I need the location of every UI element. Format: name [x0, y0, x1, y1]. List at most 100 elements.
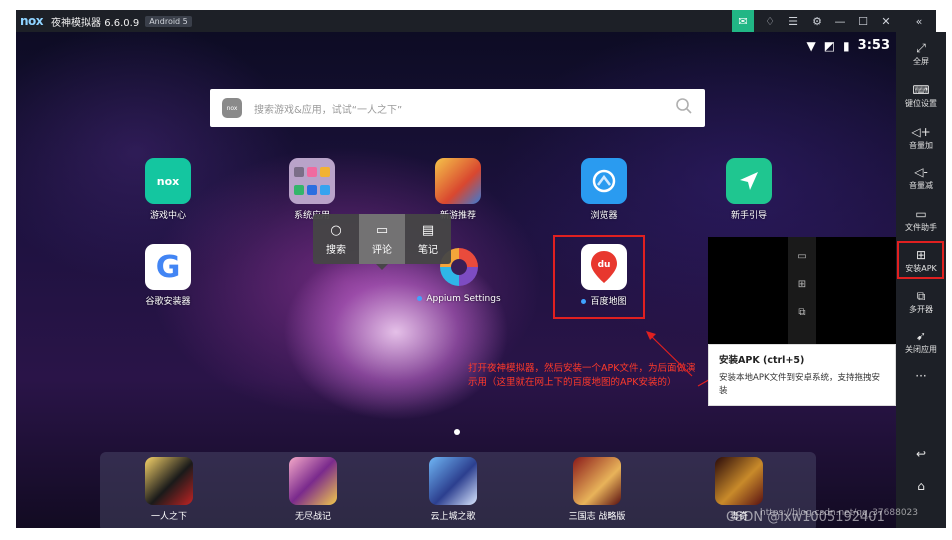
dock-app-1[interactable]: 一人之下	[124, 457, 214, 522]
sidebar-fullscreen[interactable]: ⤢ 全屏	[896, 36, 946, 76]
sidebar-volume-down[interactable]: ◁- 音量减	[896, 160, 946, 200]
app-label: 谷歌安装器	[145, 297, 191, 307]
maximize-button[interactable]: ☐	[852, 10, 874, 32]
popup-comment[interactable]: ▭ 评论	[359, 214, 405, 264]
app-system-apps[interactable]: 系统应用	[274, 158, 350, 221]
page-indicator	[454, 429, 460, 435]
watermark: CSDN @lxw1005192401	[726, 510, 885, 525]
multi-instance-icon: ⧉	[916, 289, 926, 303]
search-icon: ○	[330, 222, 342, 238]
more-icon: ···	[915, 369, 927, 383]
app-new-games[interactable]: 新游推荐	[420, 158, 496, 221]
wifi-icon: ▼	[806, 38, 816, 53]
dock-app-4[interactable]: 三国志 战略版	[552, 457, 642, 522]
nox-emulator-window: nox 夜神模拟器 6.6.0.9 Android 5 ✉ ♢ ☰ ⚙ — ☐ …	[0, 0, 952, 540]
game-wujinzhanji-icon	[289, 457, 337, 505]
search-icon[interactable]	[675, 97, 693, 115]
app-google-installer[interactable]: G 谷歌安装器	[130, 244, 206, 307]
settings-button[interactable]: ⚙	[806, 10, 828, 32]
dock: 一人之下 无尽战记 云上城之歌 三国志 战略版 毒奇	[100, 452, 816, 528]
new-install-dot	[417, 296, 423, 301]
game-yirenzhixia-icon	[145, 457, 193, 505]
fullscreen-icon: ⤢	[916, 41, 926, 55]
dock-app-3[interactable]: 云上城之歌	[408, 457, 498, 522]
install-apk-tooltip: 安装APK (ctrl+5) 安装本地APK文件到安卓系统，支持拖拽安装	[708, 344, 896, 406]
multi-instance-icon: ⧉	[798, 307, 806, 318]
title-bar: nox 夜神模拟器 6.6.0.9 Android 5 ✉ ♢ ☰ ⚙ — ☐ …	[16, 10, 936, 32]
minimize-button[interactable]: —	[829, 10, 851, 32]
sidebar-file-helper[interactable]: ▭ 文件助手	[896, 202, 946, 242]
menu-icon: ☰	[788, 14, 798, 28]
hover-preview: ▭ ⊞ ⧉	[708, 237, 896, 345]
volume-down-icon: ◁-	[914, 165, 928, 179]
search-bar[interactable]: nox 搜索游戏&应用，试试“一人之下”	[210, 89, 705, 127]
app-label: 浏览器	[590, 211, 618, 221]
browser-icon	[581, 158, 627, 204]
game-yunshangcheng-icon	[429, 457, 477, 505]
app-label: 一人之下	[150, 512, 187, 522]
home-icon: ⌂	[917, 479, 925, 493]
file-helper-icon: ▭	[797, 251, 807, 262]
sidebar-key-mapping[interactable]: ⌨ 键位设置	[896, 78, 946, 118]
system-apps-folder-icon	[289, 158, 335, 204]
app-game-center[interactable]: nox 游戏中心	[130, 158, 206, 221]
app-label: 新手引导	[730, 211, 767, 221]
google-icon: G	[145, 244, 191, 290]
volume-up-icon: ◁+	[911, 125, 931, 139]
sidebar-close-app[interactable]: ➹ 关闭应用	[896, 324, 946, 364]
skin-button[interactable]: ♢	[759, 10, 781, 32]
mail-icon: ✉	[738, 14, 748, 28]
tooltip-title: 安装APK (ctrl+5)	[719, 355, 805, 366]
maximize-icon: ☐	[858, 14, 868, 28]
app-browser[interactable]: 浏览器	[566, 158, 642, 221]
note-icon: ▤	[421, 222, 435, 238]
install-apk-icon: ⊞	[797, 279, 807, 290]
back-icon: ↩	[915, 447, 927, 461]
nox-logo: nox	[20, 14, 44, 28]
keyboard-icon: ⌨	[912, 83, 930, 97]
annotation-text: 打开夜神模拟器，然后安装一个APK文件，为后面做演示用（这里就在网上下的百度地图…	[468, 363, 696, 388]
shirt-icon: ♢	[765, 14, 775, 28]
app-guide[interactable]: 新手引导	[711, 158, 787, 221]
popup-search[interactable]: ○ 搜索	[313, 214, 359, 264]
right-sidebar: ⤢ 全屏 ⌨ 键位设置 ◁+ 音量加 ◁- 音量减 ▭ 文件助手 ⊞ 安装APK…	[896, 32, 946, 528]
app-label: 无尽战记	[294, 512, 331, 522]
menu-button[interactable]: ☰	[782, 10, 804, 32]
nox-search-logo-icon: nox	[222, 98, 242, 118]
sidebar-volume-up[interactable]: ◁+ 音量加	[896, 120, 946, 160]
double-chevron-left-icon: «	[915, 14, 923, 28]
app-label: 三国志 战略版	[568, 512, 626, 522]
close-button[interactable]: ✕	[875, 10, 897, 32]
search-placeholder: 搜索游戏&应用，试试“一人之下”	[254, 104, 403, 116]
sidebar-more[interactable]: ···	[896, 364, 946, 404]
arrow-head-left	[646, 331, 656, 340]
status-bar: ▼ ◩ ▮ 3:53	[806, 38, 890, 53]
message-button[interactable]: ✉	[732, 10, 754, 32]
collapse-sidebar-button[interactable]: «	[908, 10, 930, 32]
close-icon: ✕	[881, 14, 891, 28]
dock-app-2[interactable]: 无尽战记	[268, 457, 358, 522]
file-helper-icon: ▭	[915, 207, 927, 221]
rocket-icon: ➹	[915, 329, 927, 343]
popup-note[interactable]: ▤ 笔记	[405, 214, 451, 264]
popup-arrow	[376, 264, 388, 270]
install-apk-highlight	[897, 241, 944, 279]
app-title: 夜神模拟器 6.6.0.9	[51, 17, 140, 29]
gear-icon: ⚙	[812, 14, 822, 28]
game-chuanqi-icon	[715, 457, 763, 505]
status-time: 3:53	[857, 38, 890, 53]
android-screen: ▼ ◩ ▮ 3:53 nox 搜索游戏&应用，试试“一人之下” nox 游戏中心	[16, 32, 896, 528]
sidebar-multi-instance[interactable]: ⧉ 多开器	[896, 284, 946, 324]
app-label: Appium Settings	[404, 294, 514, 304]
selection-popup: ○ 搜索 ▭ 评论 ▤ 笔记	[313, 214, 451, 264]
signal-off-icon: ◩	[823, 38, 836, 53]
android-version-badge: Android 5	[145, 15, 192, 27]
comment-icon: ▭	[375, 222, 389, 238]
minimize-icon: —	[834, 14, 846, 28]
baidu-map-highlight	[553, 235, 645, 319]
new-games-icon	[435, 158, 481, 204]
game-sanguozhi-icon	[573, 457, 621, 505]
battery-charging-icon: ▮	[843, 38, 850, 53]
app-label: 游戏中心	[149, 211, 186, 221]
tooltip-description: 安装本地APK文件到安卓系统，支持拖拽安装	[719, 373, 881, 396]
